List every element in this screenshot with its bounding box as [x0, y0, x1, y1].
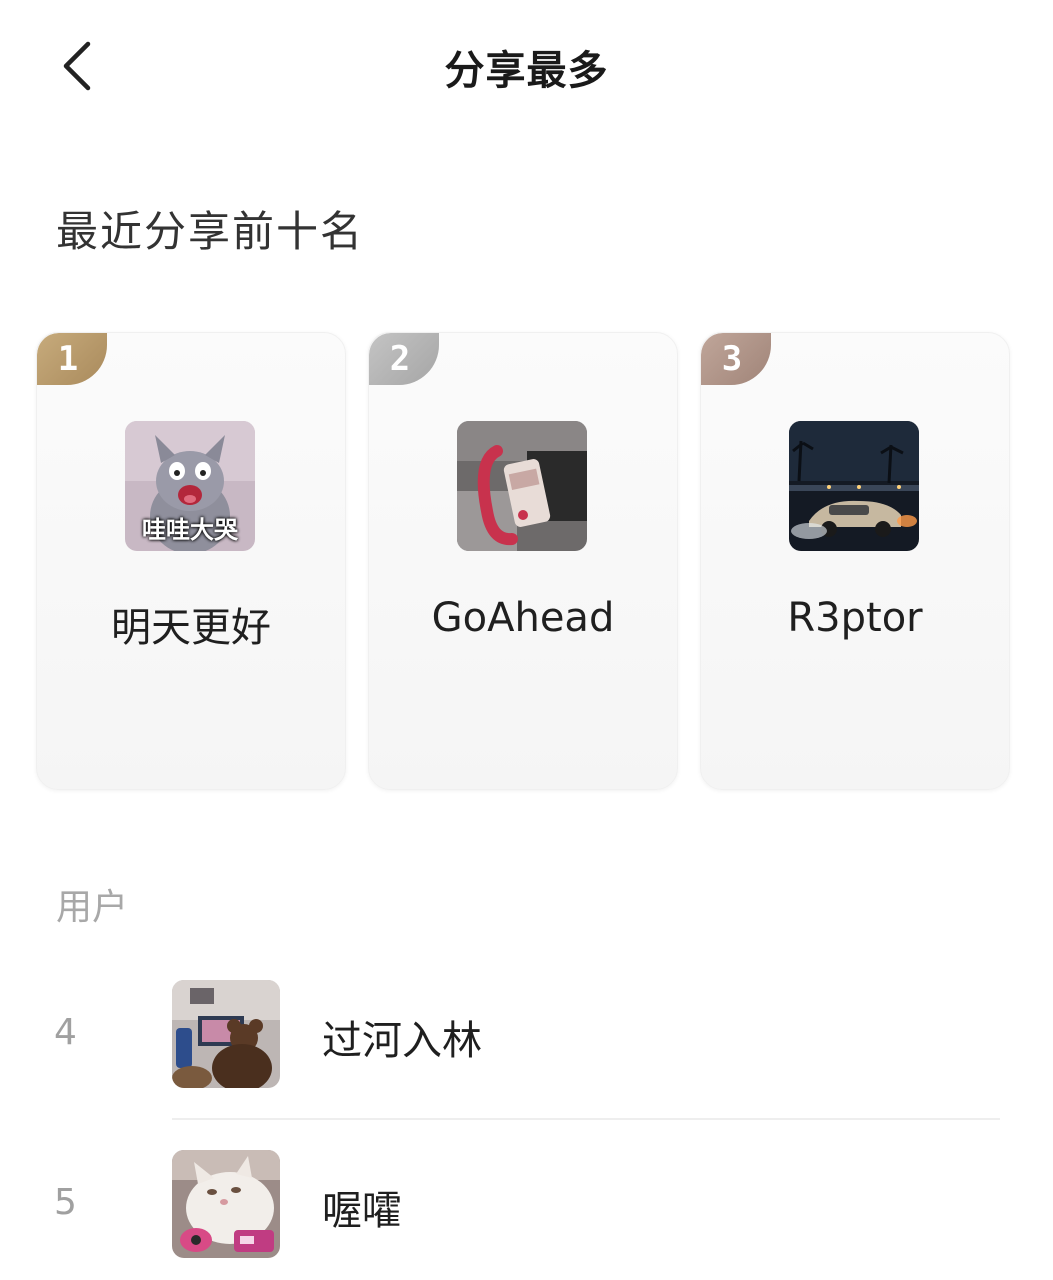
avatar: [457, 421, 587, 551]
rank-number: 4: [54, 1012, 77, 1053]
list-header: 用户: [56, 887, 129, 928]
rank-badge-bronze: 3: [701, 333, 771, 385]
list-item[interactable]: 5 喔嚯: [0, 1150, 1053, 1260]
avatar: [172, 1150, 280, 1258]
rank-badge-gold: 1: [37, 333, 107, 385]
page-title: 分享最多: [444, 48, 609, 94]
rank-number: 5: [54, 1182, 77, 1223]
user-name: 喔嚯: [322, 1188, 402, 1234]
podium-name: R3ptor: [787, 595, 923, 641]
night-car-photo-icon: [789, 421, 919, 551]
red-phone-photo-icon: [457, 421, 587, 551]
user-name: 过河入林: [322, 1018, 482, 1064]
podium-name: 明天更好: [111, 605, 271, 651]
podium-card-3[interactable]: 3 R3ptor: [700, 332, 1010, 790]
podium-name: GoAhead: [431, 595, 615, 641]
divider: [172, 1118, 1000, 1120]
white-cat-photo-icon: [172, 1150, 280, 1258]
list-item[interactable]: 4 过河入林: [0, 980, 1053, 1090]
top-three-podium: 1 哇哇大哭 明天更好 2 GoAhead 3 R3ptor: [36, 332, 1016, 792]
teddy-bear-photo-icon: [172, 980, 280, 1088]
avatar: [172, 980, 280, 1088]
podium-card-1[interactable]: 1 哇哇大哭 明天更好: [36, 332, 346, 790]
avatar-caption: 哇哇大哭: [142, 516, 238, 544]
avatar: [789, 421, 919, 551]
top-bar: 分享最多: [0, 0, 1053, 130]
avatar: 哇哇大哭: [125, 421, 255, 551]
rank-badge-silver: 2: [369, 333, 439, 385]
podium-card-2[interactable]: 2 GoAhead: [368, 332, 678, 790]
section-title: 最近分享前十名: [56, 207, 365, 256]
